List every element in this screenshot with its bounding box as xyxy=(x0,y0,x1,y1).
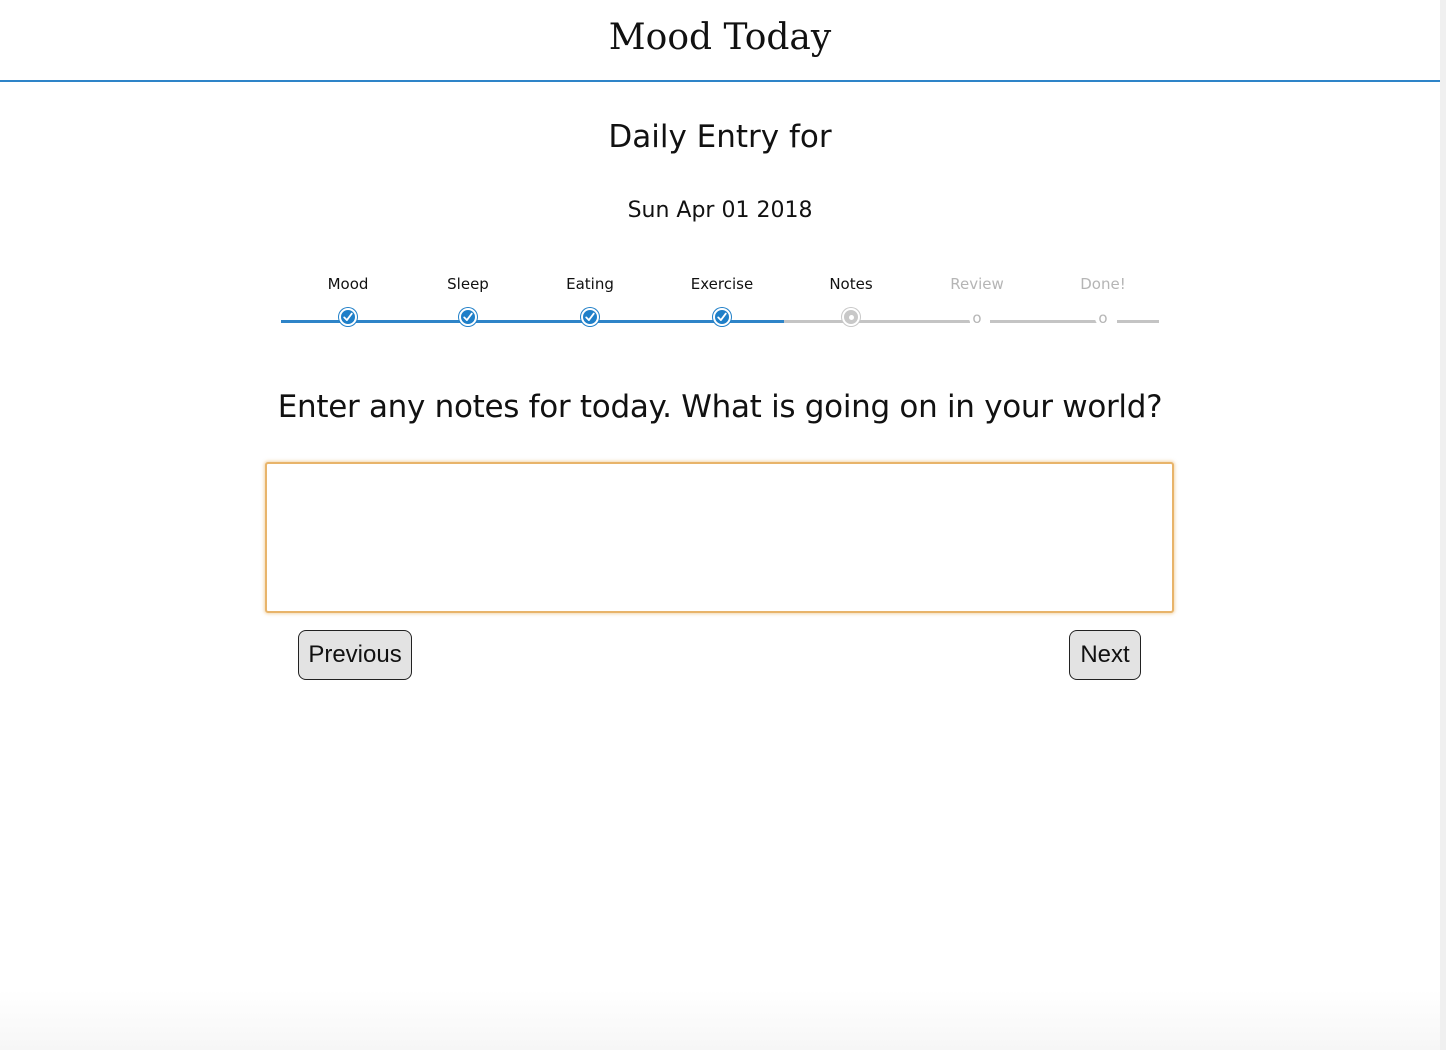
step-sleep[interactable]: Sleep xyxy=(403,270,533,326)
dot-circle-icon xyxy=(842,308,860,326)
step-eating[interactable]: Eating xyxy=(525,270,655,326)
notes-question: Enter any notes for today. What is going… xyxy=(277,389,1163,425)
step-label: Exercise xyxy=(690,275,754,293)
step-label: Eating xyxy=(566,275,614,293)
check-circle-icon xyxy=(581,308,599,326)
step-marker: o xyxy=(1098,309,1108,327)
previous-button[interactable]: Previous xyxy=(298,630,412,680)
page: Mood Today Daily Entry for Sun Apr 01 20… xyxy=(0,0,1446,1050)
step-mood[interactable]: Mood xyxy=(283,270,413,326)
step-marker: o xyxy=(972,309,982,327)
step-label: Review xyxy=(950,275,1004,293)
app-header: Mood Today xyxy=(0,0,1440,82)
check-circle-icon xyxy=(459,308,477,326)
stepper-line-remaining xyxy=(904,320,970,323)
stepper-line-remaining xyxy=(1117,320,1159,323)
stepper-line-remaining xyxy=(990,320,1097,323)
step-label: Done! xyxy=(1080,275,1126,293)
empty-circle-icon: o xyxy=(969,310,985,326)
step-label: Sleep xyxy=(447,275,489,293)
scrollbar[interactable] xyxy=(1440,0,1446,1050)
step-notes[interactable]: Notes xyxy=(786,270,916,326)
entry-date: Sun Apr 01 2018 xyxy=(627,198,813,223)
step-review: Review o xyxy=(912,270,1042,326)
check-circle-icon xyxy=(339,308,357,326)
stepper-line-complete xyxy=(281,320,784,323)
step-exercise[interactable]: Exercise xyxy=(657,270,787,326)
step-done: Done! o xyxy=(1038,270,1168,326)
app-title: Mood Today xyxy=(608,17,832,58)
notes-textarea[interactable] xyxy=(265,462,1174,613)
next-button[interactable]: Next xyxy=(1069,630,1141,680)
empty-circle-icon: o xyxy=(1095,310,1111,326)
progress-stepper: Mood Sleep Eating Exercise Notes Review … xyxy=(281,270,1159,330)
step-label: Notes xyxy=(829,275,873,293)
entry-heading: Daily Entry for xyxy=(608,119,832,155)
check-circle-icon xyxy=(713,308,731,326)
step-label: Mood xyxy=(327,275,369,293)
